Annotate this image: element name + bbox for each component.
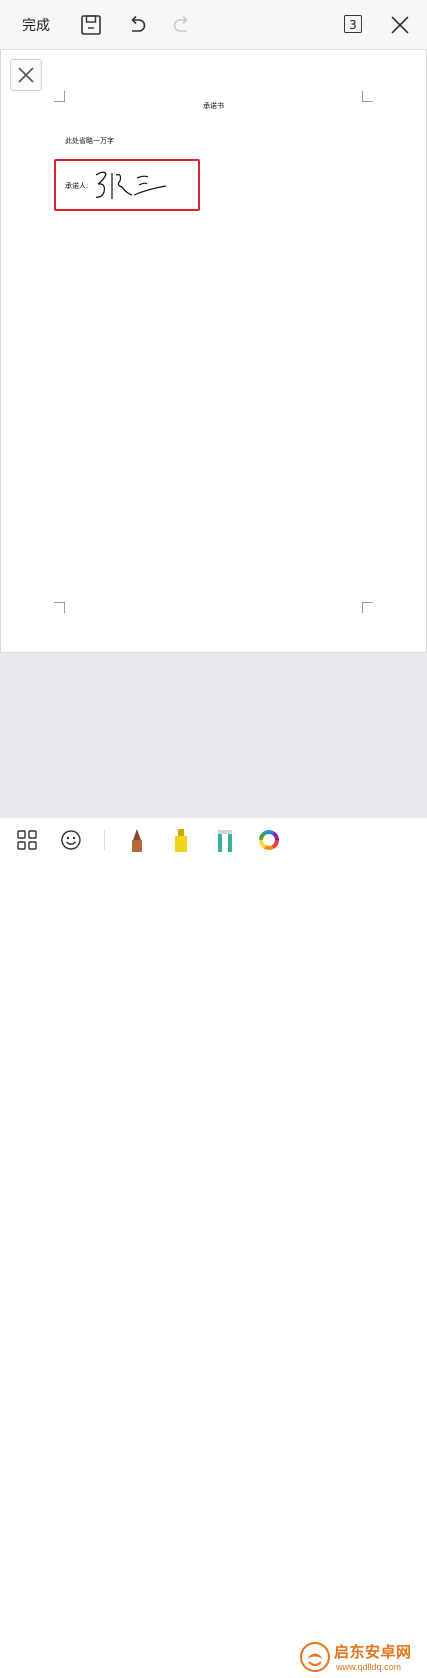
page-count-badge[interactable]: 3 [344,15,362,33]
signature-highlight-box[interactable]: 承诺人: [54,159,200,211]
canvas-empty-area [0,652,427,818]
bottom-toolbar: 启东安卓网 www.qdlldq.com [0,818,427,1672]
document-body-text: 此处省略一万字 [65,137,114,145]
eraser-icon[interactable] [212,825,238,855]
highlighter-icon[interactable] [168,825,194,855]
watermark-text: 启东安卓网 [334,1643,412,1661]
watermark-url: www.qdlldq.com [336,1662,402,1672]
undo-icon[interactable] [124,12,150,38]
top-toolbar: 完成 3 [0,0,427,50]
crop-mark-bottom-left [54,602,65,613]
handwritten-signature [95,171,167,199]
color-wheel-icon[interactable] [256,825,282,855]
watermark-logo-icon [300,1642,330,1672]
signer-label: 承诺人: [65,182,89,190]
document-close-button[interactable] [10,59,42,91]
emoji-icon[interactable] [58,825,84,855]
done-button[interactable]: 完成 [22,15,50,35]
document-title: 承诺书 [203,102,224,110]
grid-icon[interactable] [14,825,40,855]
save-icon[interactable] [78,12,104,38]
watermark: 启东安卓网 www.qdlldq.com [298,1640,426,1678]
toolbar-divider [104,830,105,850]
redo-icon[interactable] [169,12,195,38]
crop-mark-bottom-right [362,602,373,613]
close-icon[interactable] [387,12,413,38]
pen-icon[interactable] [124,825,150,855]
close-icon [18,67,34,83]
